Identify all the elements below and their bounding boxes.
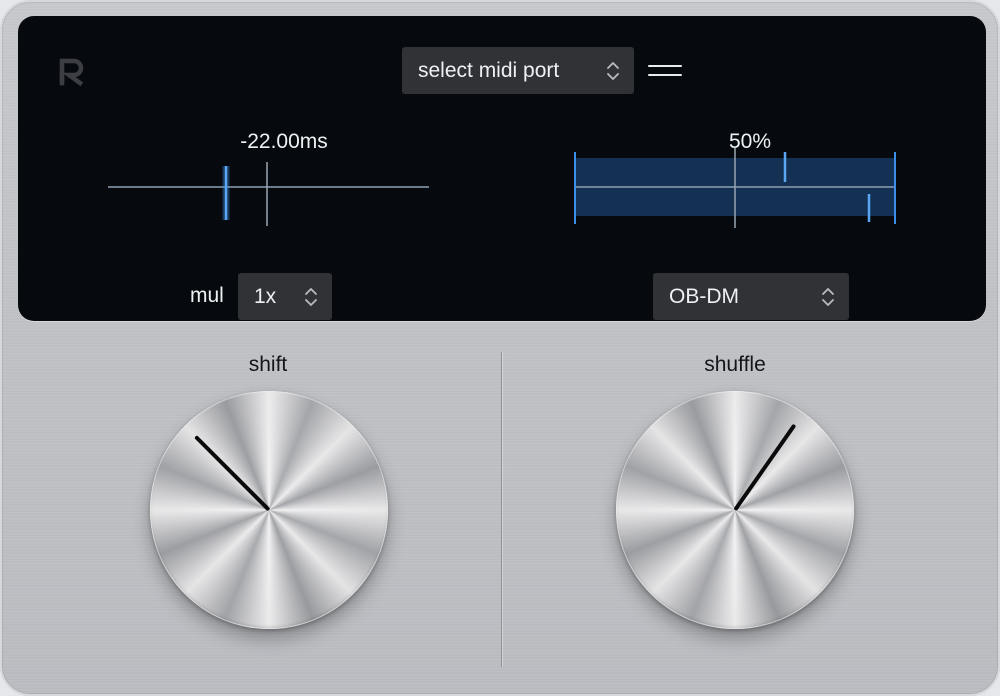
midi-port-label: select midi port	[418, 58, 560, 82]
mul-value: 1x	[254, 284, 277, 308]
shuffle-knob-label: shuffle	[704, 353, 766, 376]
menu-icon[interactable]	[648, 63, 682, 79]
updown-chevron-icon	[305, 287, 317, 306]
midi-port-select[interactable]: select midi port	[402, 47, 634, 94]
mul-label: mul	[190, 284, 224, 307]
r-logo-icon	[59, 58, 84, 86]
model-value: OB-DM	[669, 284, 739, 308]
plugin-window: select midi port -22.00ms 50% mul 1x OB-…	[0, 0, 1000, 696]
shuffle-knob[interactable]	[616, 391, 854, 629]
section-divider	[501, 352, 502, 667]
updown-chevron-icon	[822, 287, 834, 306]
mul-select[interactable]: 1x	[238, 273, 332, 320]
shift-visualizer	[108, 162, 429, 226]
model-select[interactable]: OB-DM	[653, 273, 849, 320]
display-screen: select midi port -22.00ms 50% mul 1x OB-…	[18, 16, 986, 321]
shift-knob[interactable]	[150, 391, 388, 629]
updown-chevron-icon	[607, 61, 619, 80]
shift-knob-label: shift	[248, 353, 288, 376]
shuffle-visualizer	[574, 148, 896, 228]
